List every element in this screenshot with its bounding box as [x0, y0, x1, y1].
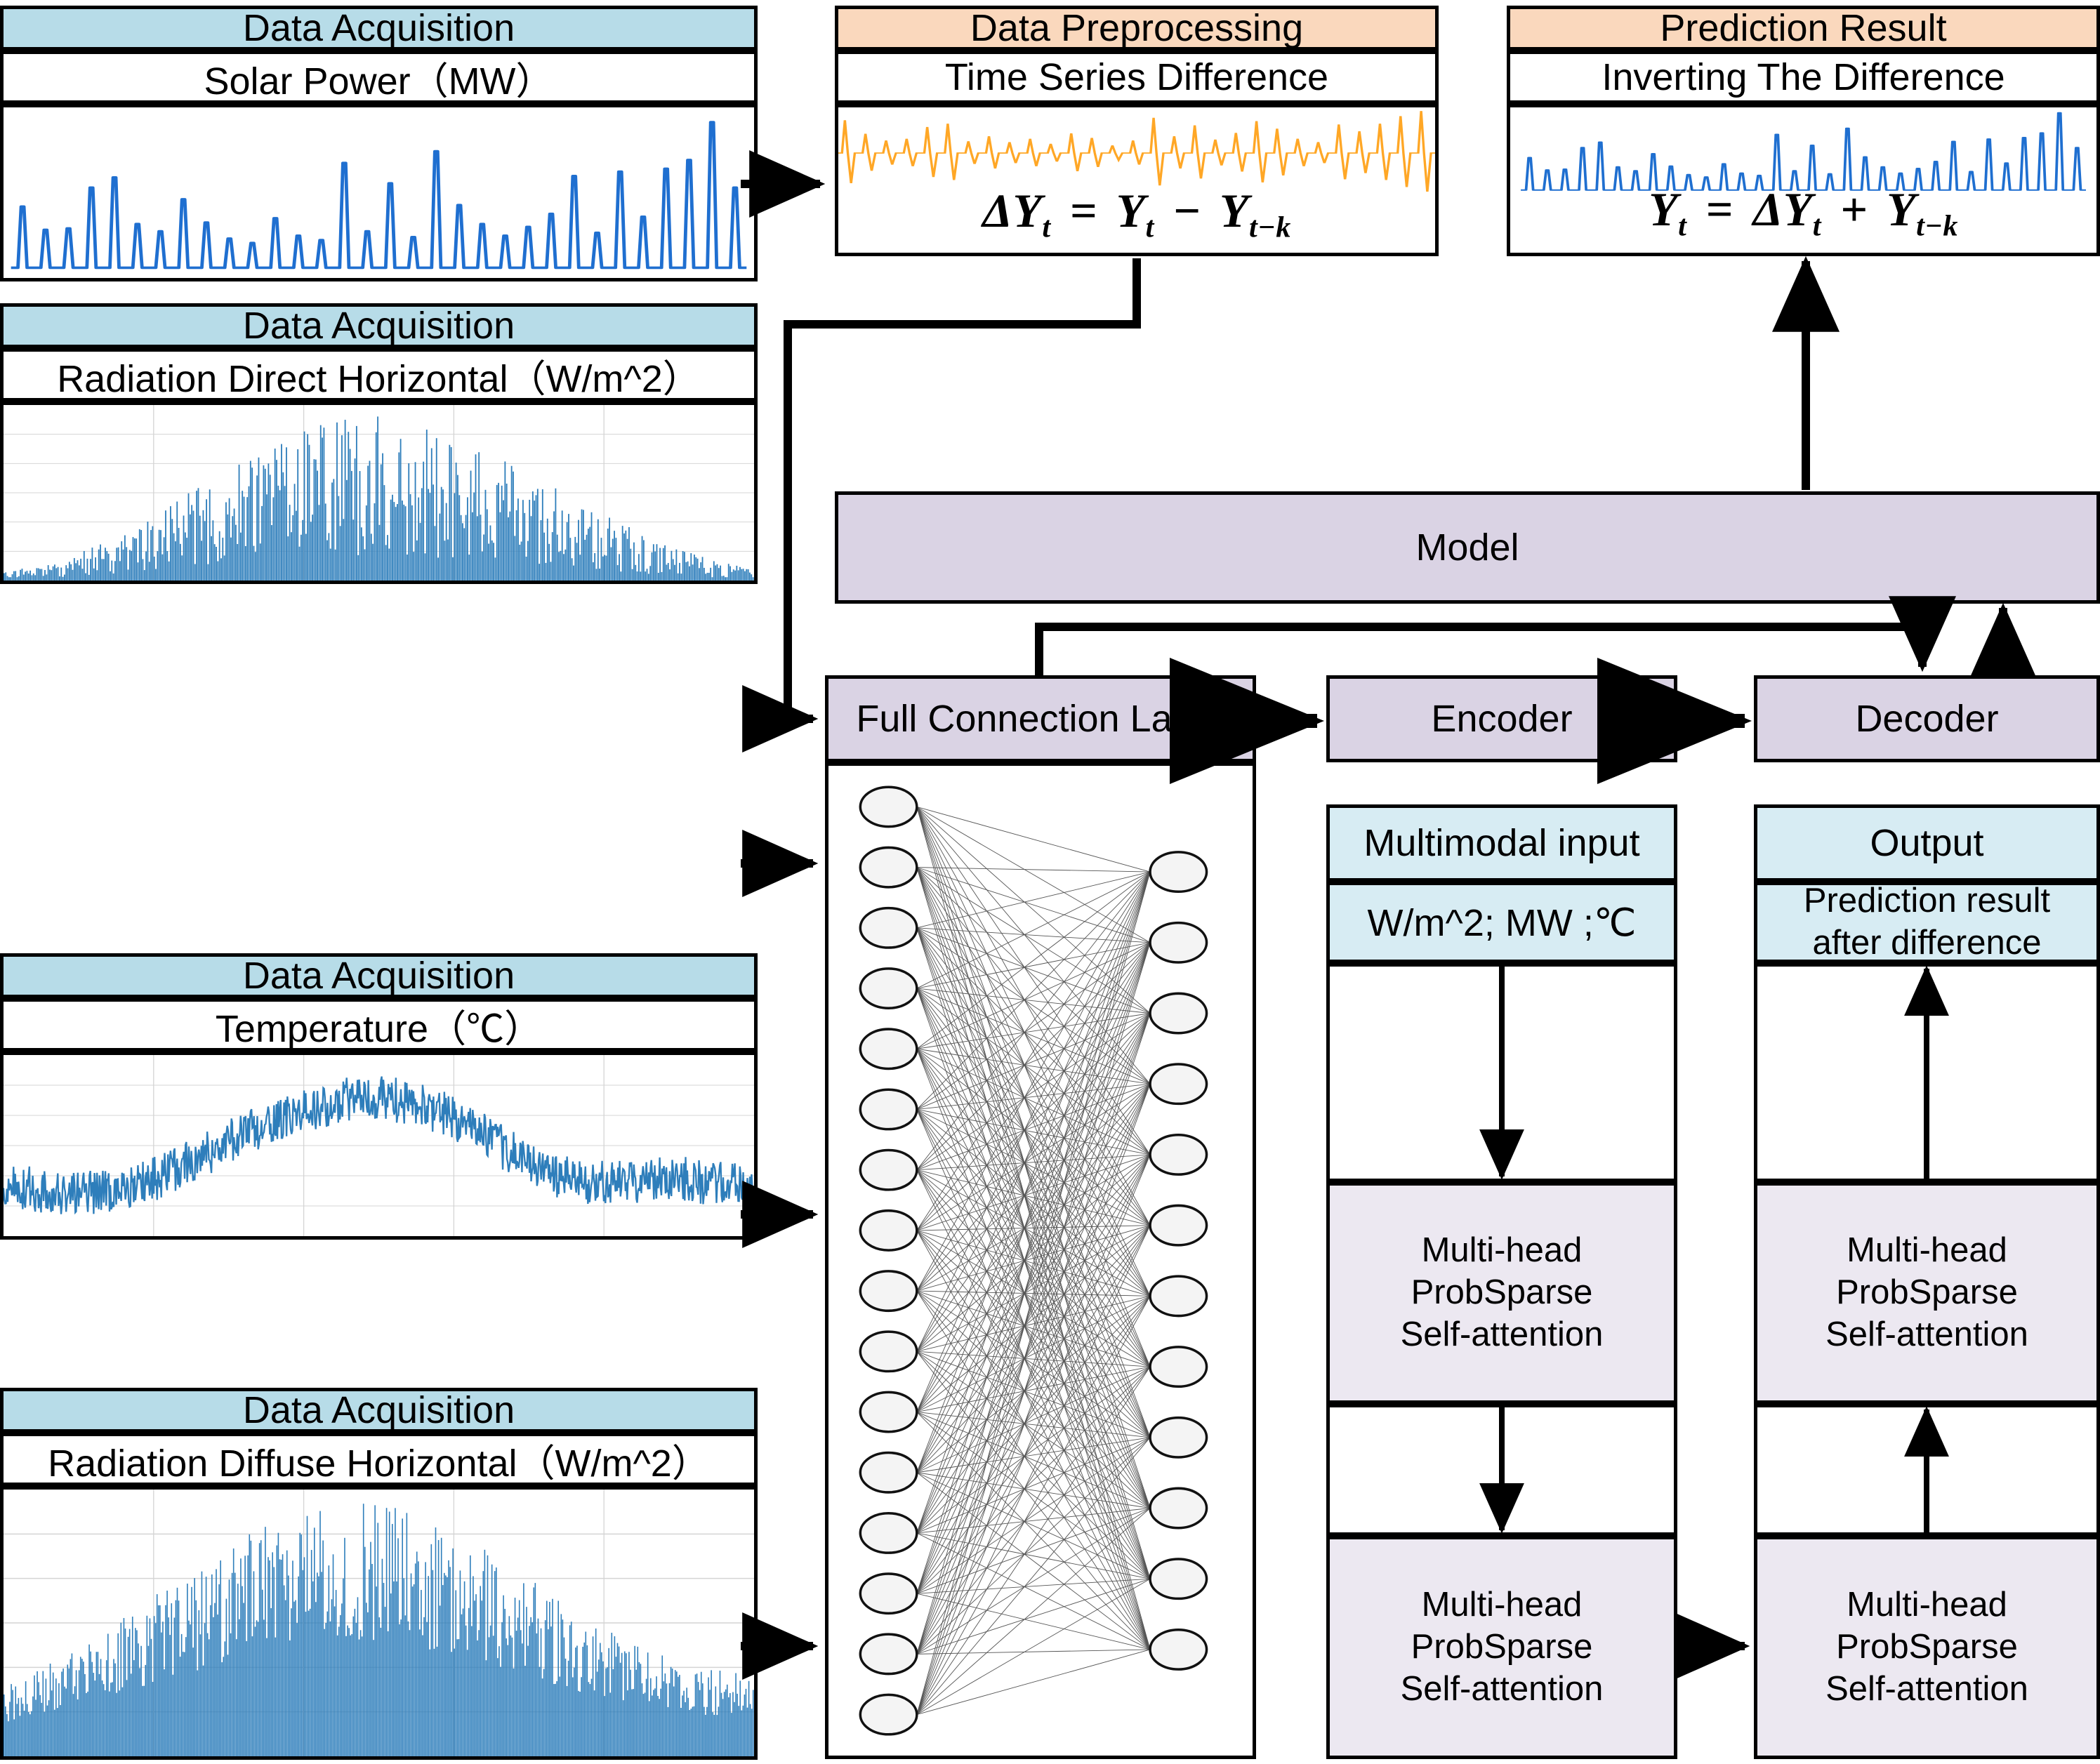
arrow-preprocessing-to-fcl [742, 258, 1141, 752]
plot-solar-power [4, 107, 754, 278]
full-connection-layer-title[interactable]: Full Connection Layer [825, 675, 1256, 762]
panel-header-preprocessing: Data Preprocessing [835, 6, 1439, 51]
plot-radiation-diffuse [4, 1490, 754, 1756]
plot-frame-prediction: Yt = ΔYt + Yt−k [1507, 104, 2100, 256]
encoder-title[interactable]: Encoder [1326, 675, 1677, 762]
encoder-multimodal-input-label: Multimodal input [1326, 804, 1677, 882]
decoder-attention-block-2[interactable]: Multi-head ProbSparse Self-attention [1754, 1536, 2100, 1759]
formula-inverse-difference: Yt = ΔYt + Yt−k [1649, 183, 1958, 243]
plot-frame-radiation-direct [0, 402, 758, 584]
diagram-canvas: Data Acquisition Solar Power（MW） Data Ac… [0, 0, 2100, 1764]
panel-header-radiation-diffuse: Data Acquisition [0, 1388, 758, 1433]
model-title-bar: Model [835, 491, 2100, 604]
plot-radiation-direct [4, 405, 754, 581]
panel-subtitle-solar-power: Solar Power（MW） [0, 51, 758, 104]
decoder-title[interactable]: Decoder [1754, 675, 2100, 762]
decoder-result-label: Prediction result after difference [1754, 882, 2100, 963]
plot-frame-radiation-diffuse [0, 1486, 758, 1760]
panel-subtitle-radiation-diffuse: Radiation Diffuse Horizontal（W/m^2） [0, 1433, 758, 1486]
plot-frame-solar-power [0, 104, 758, 281]
encoder-units-label: W/m^2; MW ;℃ [1326, 882, 1677, 963]
decoder-output-label: Output [1754, 804, 2100, 882]
panel-header-temperature: Data Acquisition [0, 953, 758, 998]
decoder-gap-2 [1754, 1404, 2100, 1536]
neural-network-graphic [828, 766, 1253, 1756]
panel-header-radiation-direct: Data Acquisition [0, 303, 758, 348]
full-connection-layer-body [825, 762, 1256, 1759]
formula-difference: ΔYt = Yt − Yt−k [982, 184, 1291, 244]
panel-subtitle-preprocessing: Time Series Difference [835, 51, 1439, 104]
encoder-gap-2 [1326, 1404, 1677, 1536]
panel-header-prediction: Prediction Result [1507, 6, 2100, 51]
encoder-attention-block-1[interactable]: Multi-head ProbSparse Self-attention [1326, 1182, 1677, 1404]
decoder-gap-1 [1754, 963, 2100, 1182]
decoder-attention-block-1[interactable]: Multi-head ProbSparse Self-attention [1754, 1182, 2100, 1404]
encoder-attention-block-2[interactable]: Multi-head ProbSparse Self-attention [1326, 1536, 1677, 1759]
plot-frame-temperature [0, 1052, 758, 1240]
plot-frame-preprocessing: ΔYt = Yt − Yt−k [835, 104, 1439, 256]
panel-subtitle-prediction: Inverting The Difference [1507, 51, 2100, 104]
panel-subtitle-radiation-direct: Radiation Direct Horizontal（W/m^2） [0, 348, 758, 402]
plot-temperature [4, 1055, 754, 1236]
panel-header-solar-power: Data Acquisition [0, 6, 758, 51]
encoder-gap-1 [1326, 963, 1677, 1182]
panel-subtitle-temperature: Temperature（℃） [0, 998, 758, 1052]
arrow-fcl-to-decoder-skip [1035, 596, 1956, 675]
